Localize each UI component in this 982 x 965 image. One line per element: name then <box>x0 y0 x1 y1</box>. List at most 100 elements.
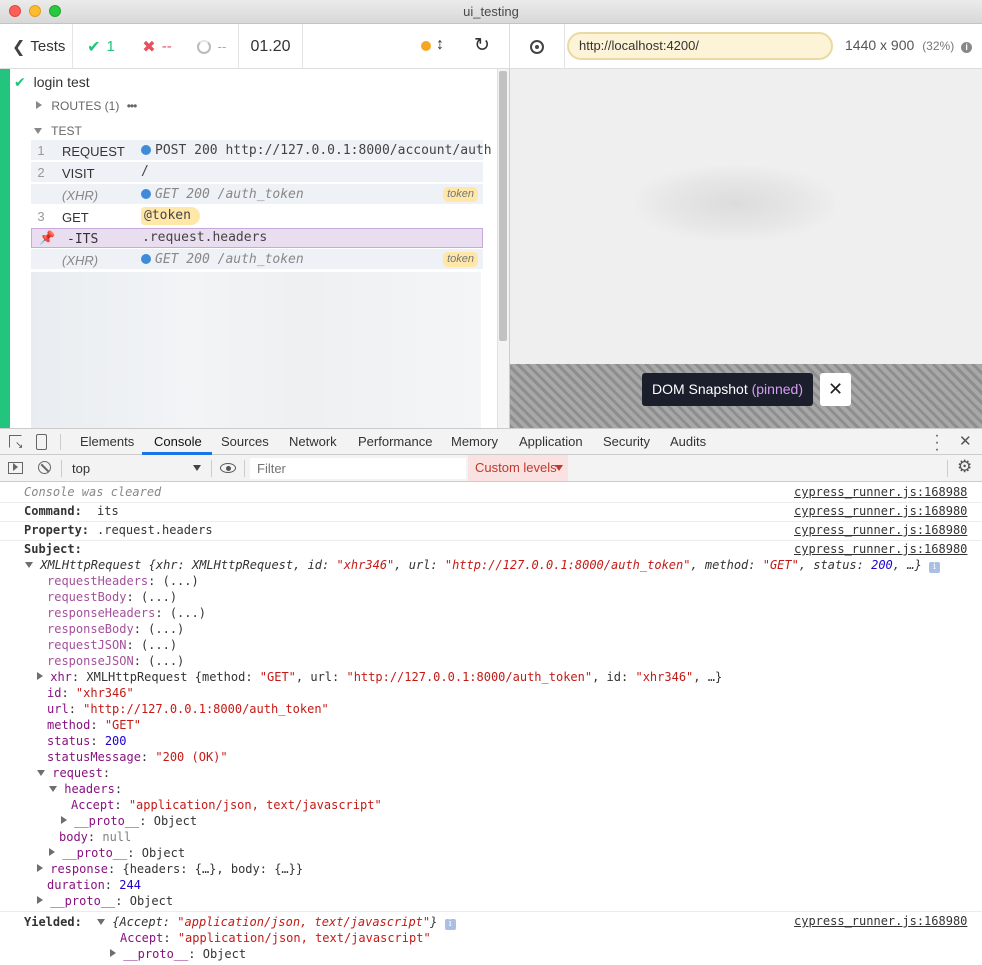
pin-icon: 📌 <box>39 230 56 245</box>
prop-value: (...) <box>148 622 185 636</box>
reporter-scroll-thumb[interactable] <box>499 71 507 341</box>
proto-property[interactable]: __proto__: Object <box>37 894 173 908</box>
test-pass-indicator <box>0 69 10 428</box>
subject-object-summary[interactable]: XMLHttpRequest {xhr: XMLHttpRequest, id:… <box>25 558 940 573</box>
close-devtools-icon[interactable]: ✕ <box>959 432 972 450</box>
alias-chip: @token <box>141 207 200 225</box>
object-class: XMLHttpRequest <box>40 558 142 572</box>
response-property[interactable]: response: {headers: {…}, body: {…}} <box>37 862 303 876</box>
pending-count: -- <box>217 39 227 54</box>
prop-value: Object <box>141 846 186 860</box>
proto-property[interactable]: __proto__: Object <box>110 947 246 961</box>
command-row[interactable]: 1 REQUEST POST 200 http://127.0.0.1:8000… <box>31 140 492 161</box>
summary-url: "http://127.0.0.1:8000/auth_token" <box>444 558 691 572</box>
device-toolbar-icon[interactable] <box>36 434 47 450</box>
prop-key: __proto__ <box>50 894 116 908</box>
routes-toggle[interactable]: ROUTES (1) ••• <box>36 99 137 113</box>
summary-method: "GET" <box>259 670 296 684</box>
info-icon[interactable]: i <box>961 42 973 53</box>
prop-value: "xhr346" <box>75 686 134 700</box>
prop-value: Object <box>153 814 198 828</box>
tab-console[interactable]: Console <box>154 434 202 449</box>
tab-memory[interactable]: Memory <box>451 434 498 449</box>
yielded-summary[interactable]: {Accept: "application/json, text/javascr… <box>97 915 456 930</box>
caret-down-icon <box>34 128 42 134</box>
eye-pupil <box>226 466 231 471</box>
info-icon[interactable]: i <box>444 919 456 930</box>
command-message: / <box>141 164 149 179</box>
info-icon[interactable]: i <box>928 562 940 573</box>
command-row[interactable]: 2 VISIT / <box>31 162 483 183</box>
tab-performance[interactable]: Performance <box>358 434 432 449</box>
tab-application[interactable]: Application <box>519 434 583 449</box>
toolbar-divider <box>947 460 948 477</box>
summary-id: "xhr346" <box>635 670 694 684</box>
summary-text: XMLHttpRequest {method: <box>86 670 260 684</box>
subject-label: Subject: <box>24 542 82 556</box>
request-property[interactable]: request: <box>37 766 110 780</box>
prop-key: requestJSON <box>47 638 127 652</box>
lazy-prop[interactable]: requestBody: (...) <box>47 590 177 604</box>
gear-icon[interactable]: ⚙ <box>957 457 972 477</box>
tab-sources[interactable]: Sources <box>221 434 269 449</box>
prop-value: 200 <box>104 734 127 748</box>
command-row-pinned[interactable]: 📌 -ITS .request.headers <box>31 228 483 248</box>
tab-security[interactable]: Security <box>603 434 650 449</box>
prop-value: (...) <box>140 590 178 604</box>
tab-audits[interactable]: Audits <box>670 434 706 449</box>
blurred-region <box>31 272 481 428</box>
command-row[interactable]: (XHR) GET 200 /auth_token token <box>31 249 483 270</box>
xhr-property[interactable]: xhr: XMLHttpRequest {method: "GET", url:… <box>37 670 722 684</box>
log-levels-dropdown[interactable]: Custom levels <box>468 455 568 481</box>
tests-button[interactable]: ❮ Tests <box>0 24 73 69</box>
source-link[interactable]: cypress_runner.js:168980 <box>794 523 967 537</box>
lazy-prop[interactable]: responseBody: (...) <box>47 622 184 636</box>
prop-value: "application/json, text/javascript" <box>177 931 431 945</box>
headers-property[interactable]: headers: <box>49 782 122 796</box>
summary-text: , status: <box>798 558 872 572</box>
test-section-toggle[interactable]: TEST <box>34 124 82 138</box>
row-separator <box>0 502 982 503</box>
command-name: (XHR) <box>62 253 99 268</box>
prop-key: responseJSON <box>47 654 134 668</box>
command-row[interactable]: 3 GET @token <box>31 206 483 227</box>
passed-count: 1 <box>106 38 115 55</box>
lazy-prop[interactable]: requestHeaders: (...) <box>47 574 199 588</box>
lazy-prop[interactable]: responseHeaders: (...) <box>47 606 206 620</box>
context-select[interactable]: top <box>66 457 206 479</box>
proto-property[interactable]: __proto__: Object <box>49 846 185 860</box>
check-icon: ✔ <box>87 38 101 56</box>
source-link[interactable]: cypress_runner.js:168988 <box>794 485 967 499</box>
summary-text: , method: <box>690 558 763 572</box>
autoscroll-toggle-icon[interactable]: ↕ <box>436 36 444 54</box>
more-options-icon[interactable]: · · · <box>934 428 940 458</box>
command-message: POST 200 http://127.0.0.1:8000/account/a… <box>155 143 492 158</box>
rerun-button[interactable]: ↻ <box>474 34 490 57</box>
source-link[interactable]: cypress_runner.js:168980 <box>794 542 967 556</box>
console-toolbar: top Custom levels ⚙ <box>0 455 982 482</box>
lazy-prop[interactable]: responseJSON: (...) <box>47 654 184 668</box>
command-message-wrap: GET 200 /auth_token <box>141 251 304 267</box>
command-row[interactable]: (XHR) GET 200 /auth_token token <box>31 184 483 205</box>
prop-key: __proto__ <box>123 947 189 961</box>
summary-text: {Accept: <box>112 915 178 929</box>
source-link[interactable]: cypress_runner.js:168980 <box>794 914 967 928</box>
url-bar[interactable]: http://localhost:4200/ <box>567 32 833 60</box>
tab-network[interactable]: Network <box>289 434 337 449</box>
selector-playground-button[interactable] <box>510 24 565 69</box>
summary-text: , url: <box>394 558 445 572</box>
prop-value: "application/json, text/javascript" <box>128 798 382 812</box>
tab-elements[interactable]: Elements <box>80 434 134 449</box>
snapshot-close-button[interactable]: ✕ <box>820 373 851 406</box>
source-link[interactable]: cypress_runner.js:168980 <box>794 504 967 518</box>
test-title-row[interactable]: ✔ login test <box>14 74 90 91</box>
console-filter-input[interactable] <box>250 458 466 479</box>
viewport-size: 1440 x 900 (32%) i <box>845 37 973 53</box>
check-icon: ✔ <box>14 74 26 90</box>
proto-property[interactable]: __proto__: Object <box>61 814 197 828</box>
id-property: id: "xhr346" <box>47 686 134 700</box>
lazy-prop[interactable]: requestJSON: (...) <box>47 638 177 652</box>
sidebar-toggle-arrow-icon <box>13 463 18 471</box>
snapshot-bar: DOM Snapshot (pinned) ✕ <box>509 364 982 428</box>
prop-key: __proto__ <box>62 846 128 860</box>
